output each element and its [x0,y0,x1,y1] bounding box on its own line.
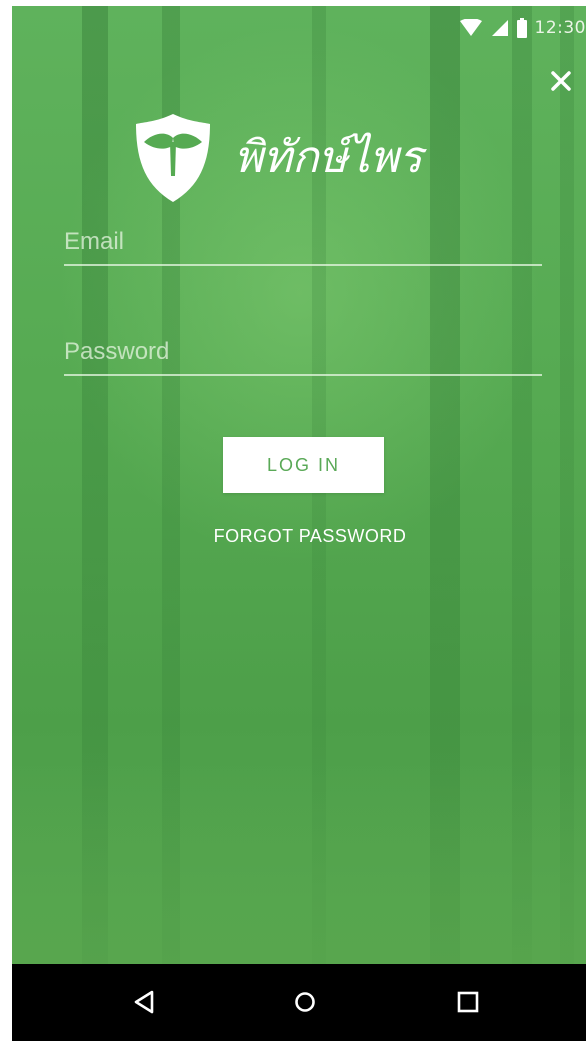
close-icon [551,71,571,91]
login-screen: 12:30 พิทักษ์ไพร LOG IN FORGOT P [12,6,586,964]
battery-icon [516,18,527,38]
shield-leaf-icon [136,114,210,202]
app-name: พิทักษ์ไพร [234,132,423,183]
login-button[interactable]: LOG IN [223,437,384,493]
password-field-container [64,338,542,376]
recents-icon [457,991,479,1013]
email-field-container [64,228,542,266]
navigation-bar [12,964,586,1041]
status-icons: 12:30 [459,18,586,38]
close-button[interactable] [546,66,576,96]
password-input[interactable] [64,338,542,376]
status-bar: 12:30 [12,6,586,52]
back-button[interactable] [124,982,164,1022]
app-logo: พิทักษ์ไพร [134,108,494,208]
home-icon [295,992,315,1012]
background-ground [12,764,586,964]
wifi-icon [459,19,482,36]
back-icon [134,990,154,1014]
email-input[interactable] [64,228,542,266]
home-button[interactable] [285,982,325,1022]
forgot-password-link[interactable]: FORGOT PASSWORD [162,526,458,547]
phone-frame: 12:30 พิทักษ์ไพร LOG IN FORGOT P [12,6,586,1041]
cell-signal-icon [491,20,508,36]
recents-button[interactable] [448,982,488,1022]
status-time: 12:30 [534,18,586,38]
